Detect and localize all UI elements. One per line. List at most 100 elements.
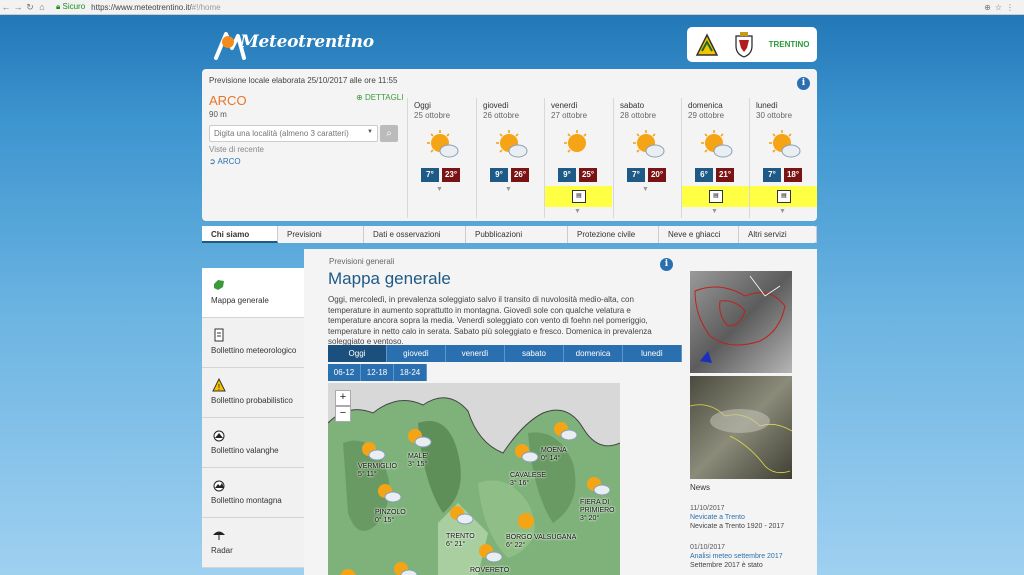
wind-warning[interactable]: ▤ ▼ xyxy=(750,186,817,215)
details-link[interactable]: ⊕ DETTAGLI xyxy=(356,93,403,102)
sidebar-item-4[interactable]: Bollettino montagna xyxy=(202,468,304,518)
expand-chevron-icon[interactable]: ▼ xyxy=(505,186,512,193)
place-name: PINZOLO xyxy=(375,509,406,516)
day-tab-0[interactable]: Oggi xyxy=(328,345,387,362)
provincia-crest-icon[interactable] xyxy=(734,31,754,58)
map-place-rovereto[interactable]: ROVERETO xyxy=(470,567,509,575)
site-logo[interactable]: Meteotrentino xyxy=(214,24,374,66)
day-tab-3[interactable]: sabato xyxy=(505,345,564,362)
forward-icon[interactable]: → xyxy=(12,2,24,12)
expand-chevron-icon[interactable]: ▼ xyxy=(436,186,443,193)
place-temps: 0° 14° xyxy=(541,455,561,462)
address-bar[interactable]: https://www.meteotrentino.it/#!/home xyxy=(91,3,220,12)
sidebar-item-3[interactable]: Bollettino valanghe xyxy=(202,418,304,468)
forecast-description: Oggi, mercoledì, in prevalenza soleggiat… xyxy=(328,295,652,346)
location-search-input[interactable] xyxy=(210,126,358,141)
place-temps: 3° 20° xyxy=(580,515,600,522)
sidebar-item-0[interactable]: Mappa generale xyxy=(202,268,304,318)
time-tab-2[interactable]: 18-24 xyxy=(394,364,427,381)
forecast-map[interactable]: + − VERMIGLIO 5° 11° MALE' 3° 15° MOENA 0° … xyxy=(328,383,620,575)
time-tab-0[interactable]: 06-12 xyxy=(328,364,361,381)
home-icon[interactable]: ⌂ xyxy=(36,2,48,12)
forecast-day-0[interactable]: Oggi 25 ottobre 7° 23° ▼ xyxy=(407,98,475,218)
map-place-pinzolo[interactable]: PINZOLO 0° 15° xyxy=(375,509,406,525)
day-name: venerdì xyxy=(551,101,578,110)
back-icon[interactable]: ← xyxy=(0,2,12,12)
day-tab-4[interactable]: domenica xyxy=(564,345,623,362)
place-name: VERMIGLIO xyxy=(358,463,397,470)
zoom-in-button[interactable]: + xyxy=(335,390,351,406)
time-tabs: 06-12 12-18 18-24 xyxy=(328,364,427,381)
nav-item-5[interactable]: Neve e ghiacci xyxy=(659,226,739,243)
menu-icon[interactable]: ⋮ xyxy=(1006,3,1018,12)
sidebar-item-label: Radar xyxy=(211,546,233,555)
search-button[interactable]: ⌕ xyxy=(380,125,398,142)
expand-chevron-icon[interactable]: ▼ xyxy=(711,208,718,215)
nav-item-3[interactable]: Pubblicazioni xyxy=(466,226,568,243)
day-name: lunedì xyxy=(756,101,778,110)
wind-warning[interactable]: ▤ ▼ xyxy=(545,186,612,215)
url-path: #!/home xyxy=(191,2,221,12)
forecast-day-2[interactable]: venerdì 27 ottobre 9° 25° ▤ ▼ xyxy=(544,98,612,218)
temp-min: 6° xyxy=(695,168,713,182)
temp-max: 23° xyxy=(442,168,460,182)
plus-circle-icon: ⊕ xyxy=(356,93,363,102)
day-date: 27 ottobre xyxy=(551,111,588,120)
place-temps: 6° 22° xyxy=(506,542,526,549)
forecast-elaboration-time: Previsione locale elaborata 25/10/2017 a… xyxy=(209,76,398,85)
satellite-image-visible[interactable] xyxy=(690,376,792,479)
forecast-day-4[interactable]: domenica 29 ottobre 6° 21° ▤ ▼ xyxy=(681,98,749,218)
sidebar-item-2[interactable]: ! Bollettino probabilistico xyxy=(202,368,304,418)
recent-location-label: ARCO xyxy=(217,157,241,166)
sidebar-item-1[interactable]: Bollettino meteorologico xyxy=(202,318,304,368)
recent-location-link[interactable]: ➲ ARCO xyxy=(209,157,241,166)
temp-max: 18° xyxy=(784,168,802,182)
satellite-image-relief[interactable] xyxy=(690,271,792,373)
forecast-day-5[interactable]: lunedì 30 ottobre 7° 18° ▤ ▼ xyxy=(749,98,817,218)
map-place-vermiglio[interactable]: VERMIGLIO 5° 11° xyxy=(358,463,397,479)
sun-cloud-icon xyxy=(769,130,801,158)
secure-lock-icon[interactable]: 🔒︎ Sicuro xyxy=(56,2,85,12)
sidebar-item-5[interactable]: Radar xyxy=(202,518,304,568)
dropdown-caret-icon[interactable]: ▼ xyxy=(367,129,373,135)
civil-protection-icon[interactable] xyxy=(695,32,719,57)
info-icon[interactable]: i xyxy=(797,77,810,90)
nav-item-6[interactable]: Altri servizi xyxy=(739,226,817,243)
sun-cloud-icon xyxy=(515,444,539,463)
star-icon[interactable]: ☆ xyxy=(995,3,1006,12)
breadcrumb[interactable]: Previsioni generali xyxy=(329,257,394,266)
map-place-cavalese[interactable]: CAVALESE 3° 16° xyxy=(510,472,546,488)
nav-item-4[interactable]: Protezione civile xyxy=(568,226,659,243)
zoom-icon[interactable]: ⊕ xyxy=(984,3,995,12)
expand-chevron-icon[interactable]: ▼ xyxy=(642,186,649,193)
nav-item-1[interactable]: Previsioni xyxy=(278,226,364,243)
reload-icon[interactable]: ↻ xyxy=(24,2,36,13)
zoom-out-button[interactable]: − xyxy=(335,406,351,422)
map-place-male[interactable]: MALE' 3° 15° xyxy=(408,453,428,469)
forecast-day-3[interactable]: sabato 28 ottobre 7° 20° ▼ xyxy=(613,98,681,218)
map-place-borgo-valsugana[interactable]: BORGO VALSUGANA 6° 22° xyxy=(506,534,576,550)
day-tab-5[interactable]: lunedì xyxy=(623,345,682,362)
info-icon[interactable]: i xyxy=(660,258,673,271)
sun-cloud-icon xyxy=(450,506,474,525)
trentino-logo[interactable]: TRENTINO xyxy=(769,40,810,49)
news-link[interactable]: Nevicate a Trento xyxy=(690,514,800,521)
map-place-moena[interactable]: MOENA 0° 14° xyxy=(541,447,567,463)
time-tab-1[interactable]: 12-18 xyxy=(361,364,394,381)
day-tab-1[interactable]: giovedì xyxy=(387,345,446,362)
sun-cloud-icon xyxy=(427,130,459,158)
map-place-trento[interactable]: TRENTO 6° 21° xyxy=(446,533,475,549)
expand-chevron-icon[interactable]: ▼ xyxy=(574,208,581,215)
nav-item-0[interactable]: Chi siamo xyxy=(202,226,278,243)
place-name: ROVERETO xyxy=(470,567,510,574)
forecast-day-1[interactable]: giovedì 26 ottobre 9° 26° ▼ xyxy=(476,98,544,218)
browser-actions[interactable]: ⊕☆⋮ xyxy=(984,3,1024,12)
news-link[interactable]: Analisi meteo settembre 2017 xyxy=(690,553,800,560)
wind-warning[interactable]: ▤ ▼ xyxy=(682,186,749,215)
url-host: https://www.meteotrentino.it/ xyxy=(91,2,192,12)
nav-item-2[interactable]: Dati e osservazioni xyxy=(364,226,466,243)
day-tab-2[interactable]: venerdì xyxy=(446,345,505,362)
expand-chevron-icon[interactable]: ▼ xyxy=(779,208,786,215)
map-place-fiera-di-primiero[interactable]: FIERA DI PRIMIERO 3° 20° xyxy=(580,499,620,523)
day-date: 25 ottobre xyxy=(414,111,451,120)
